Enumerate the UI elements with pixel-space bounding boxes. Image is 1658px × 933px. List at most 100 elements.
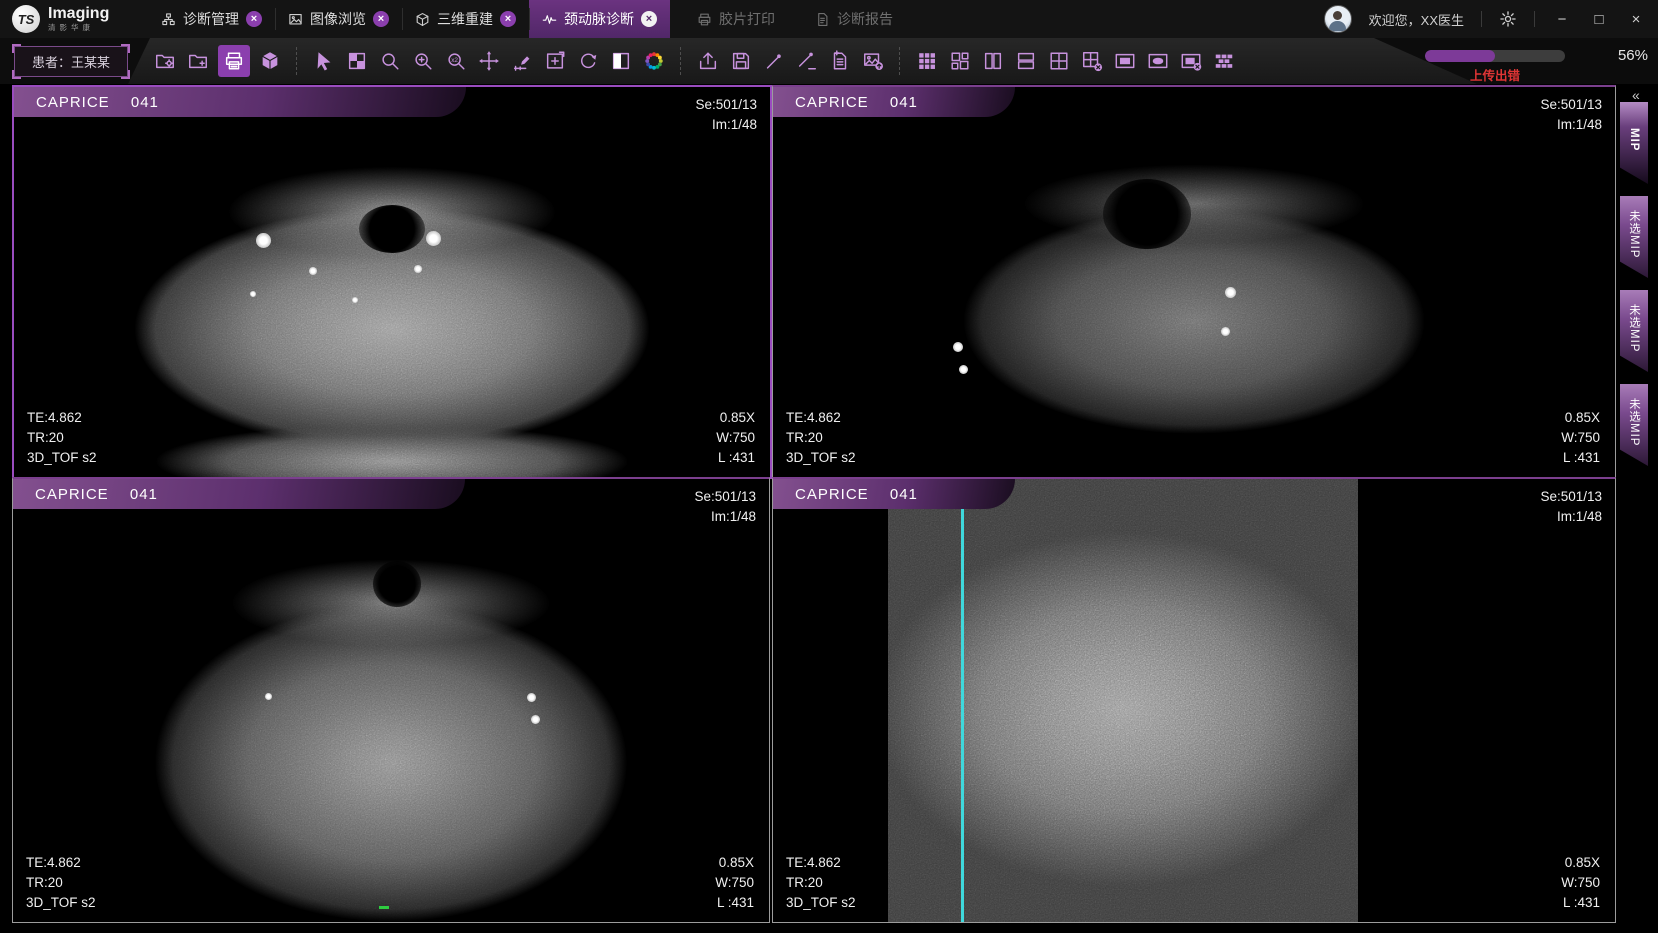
- mri-axial-image: [13, 479, 769, 922]
- viewport-4[interactable]: CAPRICE 041 Se:501/13Im:1/48 TE:4.862TR:…: [772, 477, 1616, 923]
- probe-icon-button[interactable]: [761, 45, 787, 77]
- measure-icon-button[interactable]: [509, 45, 535, 77]
- corner-bracket: [121, 70, 130, 79]
- acquisition-overlay: TE:4.862TR:203D_TOF s2: [786, 408, 856, 468]
- save-icon-button[interactable]: [728, 45, 754, 77]
- shape-rect-icon-button[interactable]: [1112, 45, 1138, 77]
- window-level-overlay: 0.85XW:750L :431: [716, 408, 755, 468]
- patient-name-field[interactable]: 患者：王某某: [14, 46, 128, 77]
- mip-tab-1[interactable]: MIP: [1620, 102, 1648, 184]
- minimize-button[interactable]: −: [1552, 11, 1572, 28]
- viewport-2[interactable]: CAPRICE 041 Se:501/13Im:1/48 TE:4.862TR:…: [772, 85, 1616, 478]
- tab-close-button[interactable]: ×: [373, 11, 389, 27]
- series-header: CAPRICE 041: [773, 87, 1015, 117]
- tab-图像浏览[interactable]: 图像浏览 ×: [275, 0, 402, 38]
- upload-icon-button[interactable]: [695, 45, 721, 77]
- image-upload-icon-button[interactable]: [860, 45, 886, 77]
- mip-tab-3[interactable]: 未选MIP: [1620, 290, 1648, 372]
- tab-颈动脉诊断[interactable]: 颈动脉诊断×: [529, 0, 670, 38]
- cube-3d-icon-button[interactable]: [257, 45, 283, 77]
- series-info-overlay: Se:501/13Im:1/48: [694, 487, 756, 527]
- mip-tab-4[interactable]: 未选MIP: [1620, 384, 1648, 466]
- acquisition-overlay: TE:4.862TR:203D_TOF s2: [27, 408, 97, 468]
- annotate-add-icon-button[interactable]: [542, 45, 568, 77]
- print-icon-button[interactable]: [218, 45, 250, 77]
- layout-2col-icon-button[interactable]: [980, 45, 1006, 77]
- toolbar-icon-row: x2: [152, 38, 1237, 84]
- upload-progress-area: 56% 上传出错: [1328, 38, 1658, 84]
- svg-text:x2: x2: [451, 57, 458, 64]
- app-logo: TS Imaging 清影华康: [12, 0, 109, 38]
- tab-close-button[interactable]: ×: [246, 11, 262, 27]
- series-header: CAPRICE 041: [773, 479, 1015, 509]
- contrast-icon-button[interactable]: [608, 45, 634, 77]
- brand-logo-icon: TS: [12, 5, 40, 33]
- application-window: TS Imaging 清影华康 诊断管理×图像浏览×三维重建×颈动脉诊断×胶片打…: [0, 0, 1658, 933]
- tab-close-button[interactable]: ×: [641, 11, 657, 27]
- upload-percent-label: 56%: [1618, 47, 1648, 64]
- mri-axial-image: [773, 87, 1615, 477]
- zoom-in-icon-button[interactable]: [410, 45, 436, 77]
- layout-tiles-icon-button[interactable]: [947, 45, 973, 77]
- close-button[interactable]: ×: [1626, 11, 1646, 28]
- layout-2x2-icon-button[interactable]: [1046, 45, 1072, 77]
- collapse-sidebar-icon[interactable]: «: [1632, 87, 1638, 103]
- corner-bracket: [121, 44, 130, 53]
- tab-label: 三维重建: [437, 9, 493, 29]
- viewport-3[interactable]: CAPRICE 041 Se:501/13Im:1/48 TE:4.862TR:…: [12, 477, 770, 923]
- shape-rect-clear-icon-button[interactable]: [1178, 45, 1204, 77]
- org-chart-icon: [161, 12, 176, 27]
- invert-tile-icon-button[interactable]: [344, 45, 370, 77]
- acquisition-overlay: TE:4.862TR:203D_TOF s2: [26, 853, 96, 913]
- grid-3x3-icon-button[interactable]: [914, 45, 940, 77]
- brand-name: Imaging: [48, 6, 109, 23]
- upload-progress-bar: [1425, 50, 1565, 62]
- mri-axial-image: [14, 87, 770, 477]
- cube-icon: [415, 12, 430, 27]
- settings-gear-icon[interactable]: [1499, 10, 1517, 28]
- report-icon: [815, 12, 830, 27]
- mip-tab-list: MIP 未选MIP 未选MIP 未选MIP: [1620, 102, 1648, 466]
- user-avatar[interactable]: [1324, 5, 1352, 33]
- search-icon-button[interactable]: [377, 45, 403, 77]
- window-level-overlay: 0.85XW:750L :431: [715, 853, 754, 913]
- folder-settings-icon-button[interactable]: [152, 45, 178, 77]
- filmstrip-icon-button[interactable]: [1211, 45, 1237, 77]
- shape-ellipse-icon-button[interactable]: [1145, 45, 1171, 77]
- layout-clear-icon-button[interactable]: [1079, 45, 1105, 77]
- mip-sidebar: « MIP 未选MIP 未选MIP 未选MIP: [1618, 85, 1658, 920]
- viewport-1[interactable]: CAPRICE 041 Se:501/13Im:1/48 TE:4.862TR:…: [12, 85, 772, 479]
- welcome-text: 欢迎您，XX医生: [1369, 10, 1464, 29]
- zoom-x2-icon-button[interactable]: x2: [443, 45, 469, 77]
- mip-noise-image: [888, 479, 1358, 922]
- series-header: CAPRICE 041: [14, 87, 466, 117]
- maximize-button[interactable]: □: [1589, 11, 1609, 28]
- tab-close-button[interactable]: ×: [500, 11, 516, 27]
- acquisition-overlay: TE:4.862TR:203D_TOF s2: [786, 853, 856, 913]
- toolbar-divider: [296, 47, 298, 75]
- tab-label: 图像浏览: [310, 9, 366, 29]
- series-info-overlay: Se:501/13Im:1/48: [695, 95, 757, 135]
- mip-tab-2[interactable]: 未选MIP: [1620, 196, 1648, 278]
- window-level-overlay: 0.85XW:750L :431: [1561, 853, 1600, 913]
- printer-icon: [697, 12, 712, 27]
- upload-progress-fill: [1425, 50, 1495, 62]
- series-header: CAPRICE 041: [13, 479, 465, 509]
- main-tab-strip: 诊断管理×图像浏览×三维重建×颈动脉诊断×胶片打印诊断报告: [148, 0, 906, 38]
- upload-error-label: 上传出错: [1425, 65, 1565, 84]
- toolbar-divider: [899, 47, 901, 75]
- report-add-icon-button[interactable]: [827, 45, 853, 77]
- cursor-icon-button[interactable]: [311, 45, 337, 77]
- patient-name-label: 患者：王某某: [32, 52, 110, 71]
- tab-三维重建[interactable]: 三维重建 ×: [402, 0, 529, 38]
- mri-coronal-image: [773, 479, 1615, 922]
- probe-minus-icon-button[interactable]: [794, 45, 820, 77]
- tab-label: 诊断管理: [183, 9, 239, 29]
- tab-诊断管理[interactable]: 诊断管理 ×: [148, 0, 275, 38]
- corner-bracket: [12, 70, 21, 79]
- layout-2row-icon-button[interactable]: [1013, 45, 1039, 77]
- folder-add-icon-button[interactable]: [185, 45, 211, 77]
- pan-icon-button[interactable]: [476, 45, 502, 77]
- rotate-icon-button[interactable]: [575, 45, 601, 77]
- color-wheel-icon-button[interactable]: [641, 45, 667, 77]
